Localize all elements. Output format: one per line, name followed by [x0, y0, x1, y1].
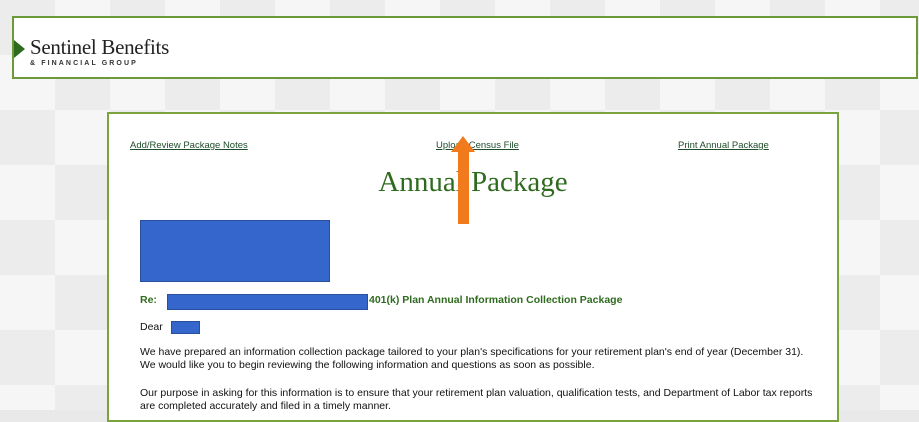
redacted-address-block	[140, 220, 330, 282]
print-package-link[interactable]: Print Annual Package	[678, 140, 769, 151]
logo-tagline: & FINANCIAL GROUP	[30, 60, 138, 67]
site-header: Sentinel Benefits & FINANCIAL GROUP	[12, 16, 918, 79]
purpose-paragraph: Our purpose in asking for this informati…	[140, 387, 813, 412]
redacted-recipient-name	[171, 321, 200, 334]
salutation: Dear	[140, 321, 163, 333]
upload-census-link[interactable]: Upload Census File	[436, 140, 519, 151]
logo-name: Sentinel Benefits	[30, 35, 169, 59]
redacted-plan-name	[167, 294, 368, 310]
page-title: Annual Package	[378, 166, 568, 198]
annotation-arrowhead-icon	[451, 136, 475, 152]
re-subject: 401(k) Plan Annual Information Collectio…	[369, 294, 623, 306]
annotation-arrow-icon	[458, 150, 469, 224]
add-review-notes-link[interactable]: Add/Review Package Notes	[130, 140, 248, 151]
annual-package-panel: Add/Review Package Notes Upload Census F…	[107, 112, 839, 422]
intro-paragraph: We have prepared an information collecti…	[140, 346, 804, 371]
re-label: Re:	[140, 294, 157, 306]
header-arrow-icon	[14, 40, 25, 58]
